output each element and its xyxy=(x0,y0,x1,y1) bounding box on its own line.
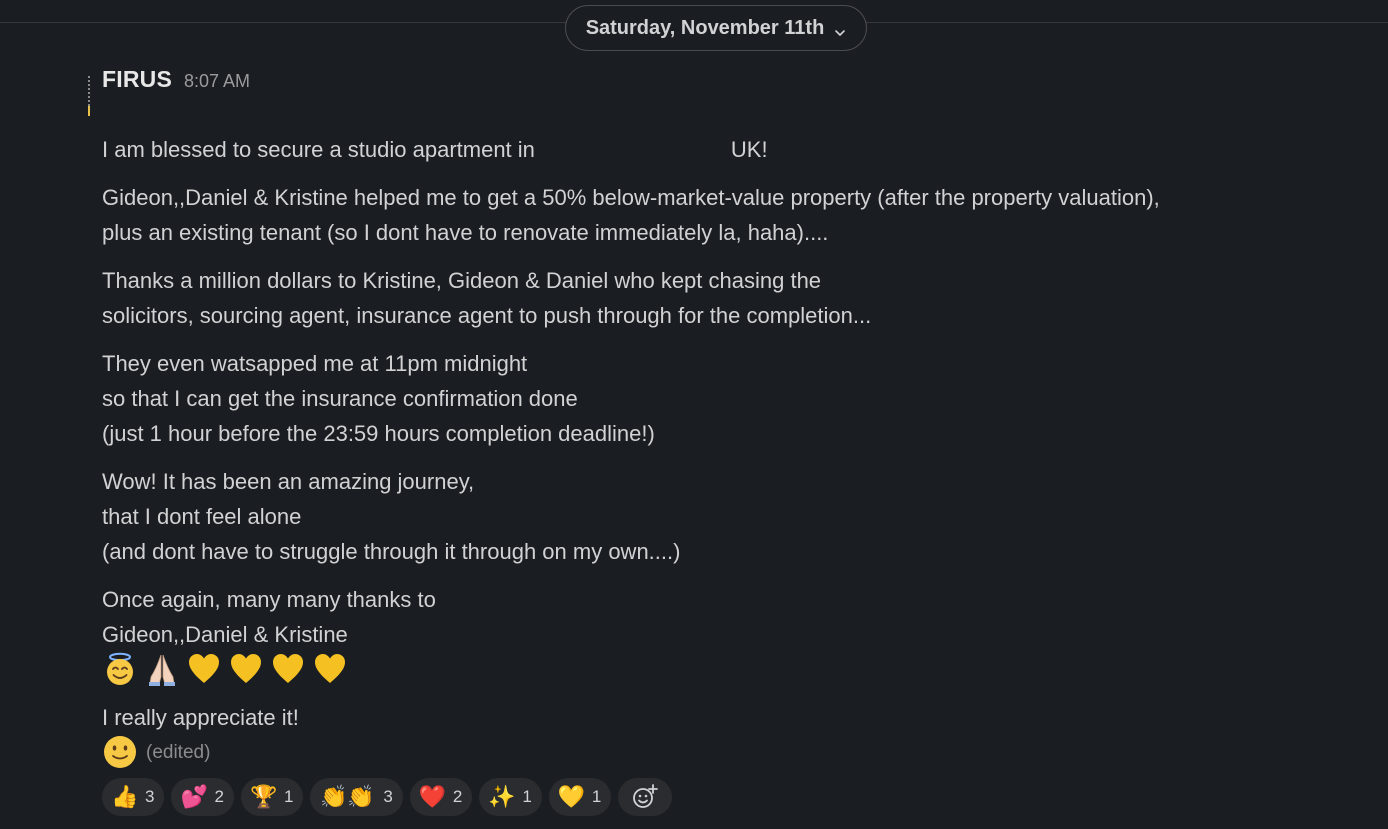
message-text: UK! xyxy=(730,137,768,162)
message-line: (and dont have to struggle through it th… xyxy=(102,539,681,564)
reaction-count: 2 xyxy=(214,787,224,806)
message-timestamp[interactable]: 8:07 AM xyxy=(184,71,250,92)
message-body: I am blessed to secure a studio apartmen… xyxy=(102,132,1302,771)
reaction-sparkles[interactable]: ✨ 1 xyxy=(479,778,542,816)
reaction-yellow-heart[interactable]: 💛 1 xyxy=(548,778,612,816)
yellow-heart-icon xyxy=(315,654,345,683)
author-name[interactable]: FIRUS xyxy=(102,66,172,93)
message-line: (just 1 hour before the 23:59 hours comp… xyxy=(102,421,655,446)
emoji-line xyxy=(102,650,1302,688)
reaction-clapping-hands[interactable]: 👏👏 3 xyxy=(310,778,403,816)
message-line: solicitors, sourcing agent, insurance ag… xyxy=(102,303,872,328)
message-paragraph: I really appreciate it! xyxy=(102,700,1302,735)
reaction-count: 1 xyxy=(591,787,602,806)
message-text: I am blessed to secure a studio apartmen… xyxy=(102,137,535,162)
reaction-count: 1 xyxy=(522,787,532,806)
slightly-smiling-face-icon xyxy=(104,736,136,768)
message-paragraph: I am blessed to secure a studio apartmen… xyxy=(102,132,1302,167)
yellow-heart-icon: 💛 xyxy=(557,784,586,809)
message-header: FIRUS 8:07 AM xyxy=(102,66,250,93)
trophy-icon: 🏆 xyxy=(249,784,278,809)
message-paragraph: Gideon,,Daniel & Kristine helped me to g… xyxy=(102,180,1302,250)
date-divider-button[interactable]: Saturday, November 11th xyxy=(565,5,867,51)
edited-label: (edited) xyxy=(146,741,211,763)
message-paragraph: Wow! It has been an amazing journey, tha… xyxy=(102,464,1302,569)
reaction-red-heart[interactable]: ❤️ 2 xyxy=(409,778,473,816)
closing-row: (edited) xyxy=(102,733,1302,771)
reaction-count: 3 xyxy=(383,787,393,806)
message-highlight-marker xyxy=(88,76,90,116)
message-line: Gideon,,Daniel & Kristine xyxy=(102,622,348,647)
reaction-thumbs-up[interactable]: 👍 3 xyxy=(102,778,165,816)
message-paragraph: Thanks a million dollars to Kristine, Gi… xyxy=(102,263,1302,333)
message-line: plus an existing tenant (so I dont have … xyxy=(102,220,829,245)
message-line: They even watsapped me at 11pm midnight xyxy=(102,351,528,376)
message-paragraph: They even watsapped me at 11pm midnight … xyxy=(102,346,1302,451)
reaction-count: 2 xyxy=(452,787,463,806)
reaction-count: 1 xyxy=(283,787,294,806)
message-line: I really appreciate it! xyxy=(102,705,299,730)
message-line: that I dont feel alone xyxy=(102,504,302,529)
message-pane: Saturday, November 11th FIRUS 8:07 AM I … xyxy=(0,0,1388,829)
message-line: I am blessed to secure a studio apartmen… xyxy=(102,132,1302,167)
sparkles-icon: ✨ xyxy=(488,784,516,809)
date-label: Saturday, November 11th xyxy=(585,16,825,39)
yellow-heart-icon xyxy=(189,654,219,683)
thumbs-up-icon: 👍 xyxy=(111,784,139,809)
reaction-count: 3 xyxy=(145,787,155,806)
message-line: Gideon,,Daniel & Kristine helped me to g… xyxy=(102,185,1160,210)
folded-hands-icon xyxy=(149,654,175,686)
yellow-heart-icon xyxy=(231,654,261,683)
reaction-two-hearts[interactable]: 💕 2 xyxy=(171,778,234,816)
message-line: Thanks a million dollars to Kristine, Gi… xyxy=(102,268,822,293)
smiling-face-with-halo-icon xyxy=(107,652,133,685)
yellow-heart-icon xyxy=(273,654,303,683)
message-paragraph: Once again, many many thanks to Gideon,,… xyxy=(102,582,1302,652)
clapping-hands-icon: 👏👏 xyxy=(320,784,375,809)
add-reaction-button[interactable] xyxy=(618,778,673,816)
red-heart-icon: ❤️ xyxy=(418,784,447,809)
chevron-down-icon xyxy=(834,22,846,36)
message-line: so that I can get the insurance confirma… xyxy=(102,386,578,411)
message-line: Wow! It has been an amazing journey, xyxy=(102,469,475,494)
reaction-trophy[interactable]: 🏆 1 xyxy=(240,778,304,816)
two-hearts-icon: 💕 xyxy=(180,784,208,809)
reactions-bar: 👍 3 💕 2 🏆 1 👏👏 3 ❤️ 2 ✨ 1 💛 1 xyxy=(102,778,673,816)
message-line: Once again, many many thanks to xyxy=(102,587,436,612)
add-reaction-icon xyxy=(633,784,659,808)
